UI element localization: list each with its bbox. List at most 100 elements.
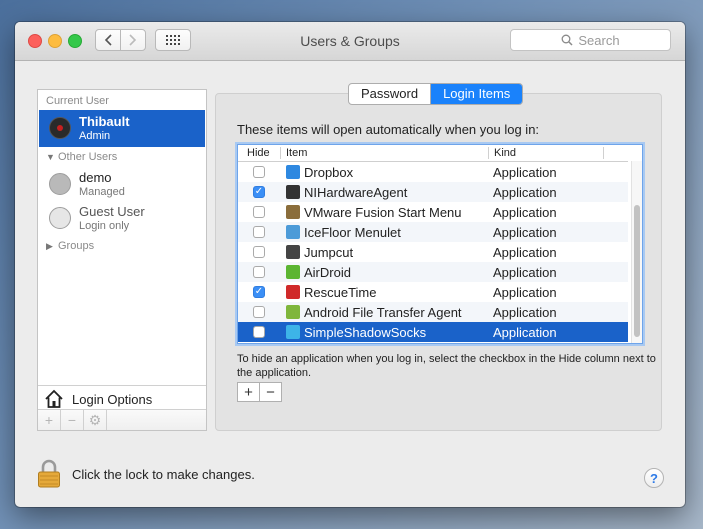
chevron-left-icon <box>104 34 112 46</box>
table-row[interactable]: IceFloor Menulet Application <box>238 222 628 242</box>
hide-checkbox[interactable] <box>253 206 265 218</box>
search-field[interactable]: Search <box>510 29 671 51</box>
table-row[interactable]: Jumpcut Application <box>238 242 628 262</box>
disclosure-triangle-closed-icon[interactable]: ▶ <box>46 241 53 252</box>
table-row[interactable]: AirDroid Application <box>238 262 628 282</box>
show-all-button[interactable] <box>155 29 191 51</box>
back-button[interactable] <box>95 29 121 51</box>
table-row[interactable]: SimpleShadowSocks Application <box>238 322 628 342</box>
lock-icon[interactable] <box>37 459 61 489</box>
user-role: Admin <box>79 130 111 142</box>
add-login-item-button[interactable]: + <box>238 383 260 401</box>
sidebar-footer: + − ⚙ <box>38 409 206 430</box>
item-name: AirDroid <box>304 265 351 280</box>
login-items-add-remove: + − <box>237 382 282 402</box>
table-row[interactable]: Dropbox Application <box>238 162 628 182</box>
user-item-guest[interactable]: Guest User Login only <box>39 200 205 237</box>
column-separator <box>488 147 489 159</box>
user-role: Managed <box>79 186 125 198</box>
login-items-intro: These items will open automatically when… <box>237 122 540 137</box>
dropbox-icon <box>286 165 300 179</box>
item-kind: Application <box>493 205 557 220</box>
item-kind: Application <box>493 185 557 200</box>
column-header-kind[interactable]: Kind <box>494 147 516 159</box>
table-scrollbar[interactable] <box>631 161 642 343</box>
login-options-label: Login Options <box>72 392 153 407</box>
avatar <box>49 117 71 139</box>
remove-user-button[interactable]: − <box>61 410 84 430</box>
column-separator <box>280 147 281 159</box>
table-header: Hide Item Kind <box>238 145 628 162</box>
item-kind: Application <box>493 225 557 240</box>
title-bar: Users & Groups Search <box>15 22 685 61</box>
preferences-window: Users & Groups Search Current User Thiba… <box>15 22 685 507</box>
grid-icon <box>166 35 180 45</box>
login-items-table: Hide Item Kind Dropbox Application ✓ NIHard… <box>237 144 643 344</box>
vmware-icon <box>286 205 300 219</box>
hide-checkbox[interactable] <box>253 166 265 178</box>
tab-password[interactable]: Password <box>349 84 432 104</box>
tab-login-items[interactable]: Login Items <box>431 84 523 104</box>
jumpcut-icon <box>286 245 300 259</box>
groups-header[interactable]: Groups <box>58 240 94 252</box>
gear-icon[interactable]: ⚙ <box>84 410 107 430</box>
user-name: Thibault <box>79 114 130 129</box>
user-name: demo <box>79 170 112 185</box>
item-name: SimpleShadowSocks <box>304 325 427 340</box>
item-kind: Application <box>493 245 557 260</box>
item-name: Dropbox <box>304 165 354 180</box>
table-row[interactable]: VMware Fusion Start Menu Application <box>238 202 628 222</box>
close-button[interactable] <box>28 34 42 48</box>
avatar <box>49 173 71 195</box>
item-name: RescueTime <box>304 285 377 300</box>
icefloor-icon <box>286 225 300 239</box>
zoom-button[interactable] <box>68 34 82 48</box>
current-user-header: Current User <box>46 95 109 107</box>
guest-avatar <box>49 207 71 229</box>
table-row[interactable]: ✓ RescueTime Application <box>238 282 628 302</box>
android-icon <box>286 305 300 319</box>
column-header-hide[interactable]: Hide <box>247 147 270 159</box>
column-header-item[interactable]: Item <box>286 147 307 159</box>
lock-area: Click the lock to make changes. <box>37 459 255 489</box>
airdroid-icon <box>286 265 300 279</box>
user-item-demo[interactable]: demo Managed <box>39 166 205 203</box>
ni-hardware-icon <box>286 185 300 199</box>
shadowsocks-icon <box>286 325 300 339</box>
item-kind: Application <box>493 165 557 180</box>
lock-text: Click the lock to make changes. <box>72 466 255 482</box>
user-item-thibault[interactable]: Thibault Admin <box>39 110 205 147</box>
window-title: Users & Groups <box>300 33 400 49</box>
minimize-button[interactable] <box>48 34 62 48</box>
hide-checkbox[interactable] <box>253 306 265 318</box>
rescuetime-icon <box>286 285 300 299</box>
item-kind: Application <box>493 305 557 320</box>
forward-button[interactable] <box>120 29 146 51</box>
chevron-right-icon <box>129 34 137 46</box>
user-name: Guest User <box>79 204 145 219</box>
hide-hint-text: To hide an application when you log in, … <box>237 353 656 379</box>
table-row[interactable]: Android File Transfer Agent Application <box>238 302 628 322</box>
other-users-header: Other Users <box>58 151 118 163</box>
help-button[interactable]: ? <box>644 468 664 488</box>
disclosure-triangle-open-icon[interactable]: ▼ <box>46 152 55 162</box>
scrollbar-thumb[interactable] <box>634 205 640 337</box>
hide-checkbox[interactable] <box>253 326 265 338</box>
column-separator <box>603 147 604 159</box>
hide-checkbox[interactable]: ✓ <box>253 186 265 198</box>
house-icon <box>45 389 63 408</box>
search-icon <box>561 34 573 46</box>
hide-checkbox[interactable] <box>253 226 265 238</box>
item-kind: Application <box>493 325 557 340</box>
table-row[interactable]: ✓ NIHardwareAgent Application <box>238 182 628 202</box>
hide-checkbox[interactable] <box>253 266 265 278</box>
item-name: IceFloor Menulet <box>304 225 401 240</box>
remove-login-item-button[interactable]: − <box>260 383 281 401</box>
tab-switcher: Password Login Items <box>348 83 524 105</box>
user-role: Login only <box>79 220 130 232</box>
add-user-button[interactable]: + <box>38 410 61 430</box>
hide-checkbox[interactable]: ✓ <box>253 286 265 298</box>
login-options-item[interactable]: Login Options <box>38 385 206 412</box>
user-list-sidebar: Current User Thibault Admin ▼ Other User… <box>37 89 207 431</box>
hide-checkbox[interactable] <box>253 246 265 258</box>
